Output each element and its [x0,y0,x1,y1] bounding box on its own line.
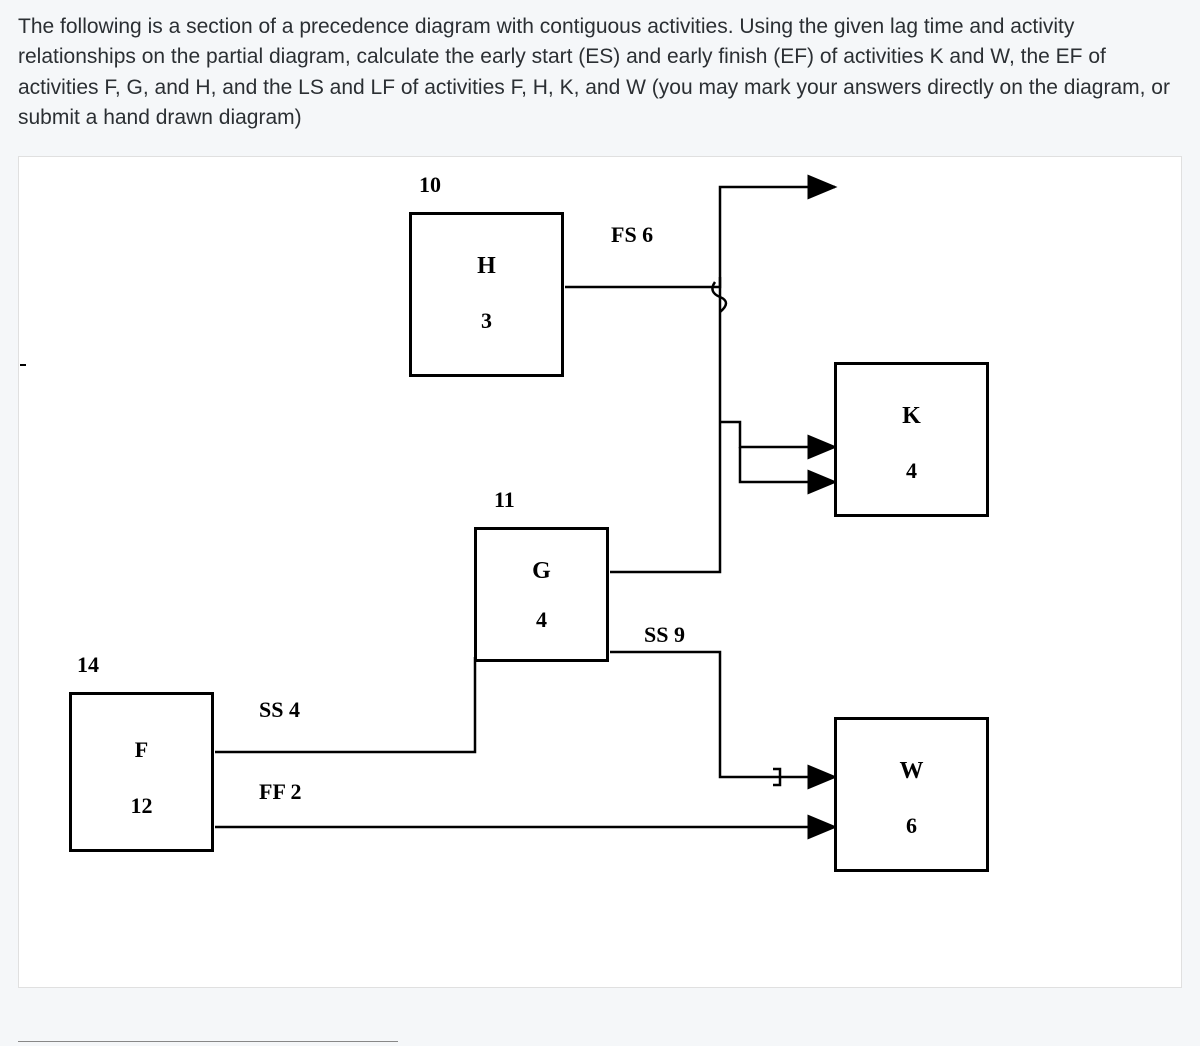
activity-f-es: 14 [77,652,99,678]
activity-w-name: W [837,758,986,785]
activity-h-box: H 3 [409,212,564,377]
activity-g-duration: 4 [477,607,606,633]
activity-k-name: K [837,403,986,430]
relation-ff2: FF 2 [259,779,302,805]
activity-f-box: F 12 [69,692,214,852]
activity-g-es: 11 [494,487,515,513]
activity-g-name: G [477,558,606,585]
question-prompt: The following is a section of a preceden… [0,0,1200,148]
activity-w-duration: 6 [837,813,986,839]
relation-ss9: SS 9 [644,622,685,648]
activity-f-duration: 12 [72,793,211,819]
bottom-divider [18,1041,398,1042]
relation-fs6: FS 6 [611,222,653,248]
activity-k-box: K 4 [834,362,989,517]
activity-h-duration: 3 [412,308,561,334]
activity-f-name: F [72,737,211,763]
activity-g-box: G 4 [474,527,609,662]
activity-h-name: H [412,253,561,280]
precedence-diagram: 10 H 3 11 G 4 14 F 12 K 4 W 6 FS 6 SS 9 … [18,156,1182,988]
activity-w-box: W 6 [834,717,989,872]
activity-k-duration: 4 [837,458,986,484]
activity-h-es: 10 [419,172,441,198]
relation-ss4: SS 4 [259,697,300,723]
